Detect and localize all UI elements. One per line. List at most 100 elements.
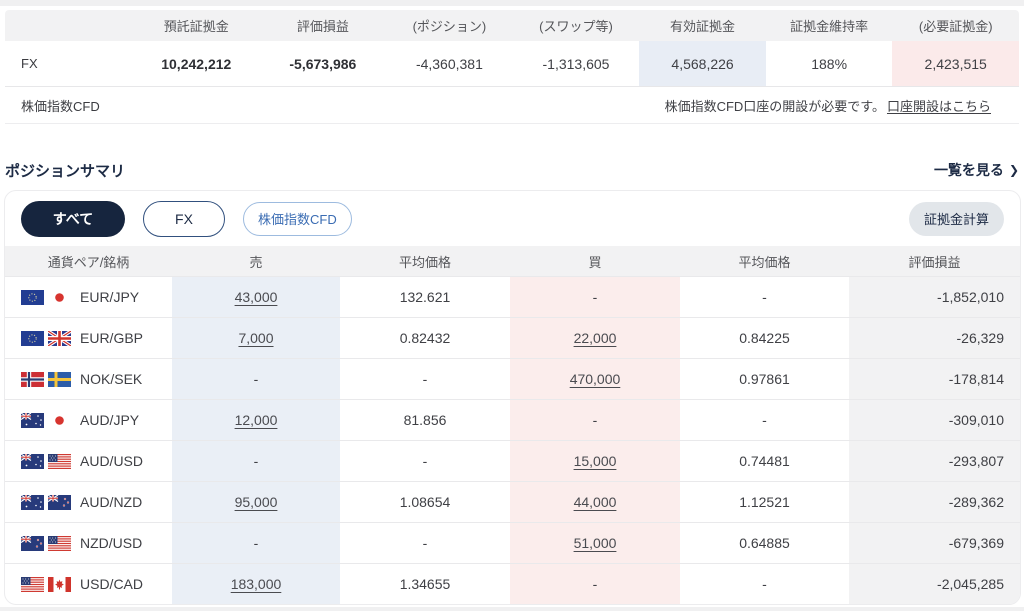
sell-quantity: - (254, 535, 259, 551)
valuation-pl: -679,369 (849, 523, 1020, 563)
pair-name: NZD/USD (80, 535, 142, 551)
view-all-link[interactable]: 一覧を見る ❯ (934, 160, 1019, 180)
valuation-pl: -178,814 (849, 359, 1020, 399)
tab-stock-index-cfd[interactable]: 株価指数CFD (243, 202, 352, 236)
header-effective-margin: 有効証拠金 (639, 10, 766, 41)
flag-us-icon (48, 536, 71, 551)
table-row: AUD/JPY 12,000 81.856 - - -309,010 (5, 399, 1020, 440)
pair-name: AUD/JPY (80, 412, 139, 428)
pair-cell: EUR/GBP (5, 318, 172, 358)
pair-cell: AUD/JPY (5, 400, 172, 440)
header-buy-avg-price: 平均価格 (680, 246, 849, 276)
header-sell-avg-price: 平均価格 (340, 246, 510, 276)
fx-valuation-pl-value: -5,673,986 (260, 41, 387, 86)
valuation-pl: -1,852,010 (849, 277, 1020, 317)
sell-quantity-link[interactable]: 43,000 (235, 289, 278, 305)
sell-quantity-link[interactable]: 12,000 (235, 412, 278, 428)
table-row: EUR/JPY 43,000 132.621 - - -1,852,010 (5, 276, 1020, 317)
flag-us-icon (48, 454, 71, 469)
valuation-pl: -26,329 (849, 318, 1020, 358)
valuation-pl: -289,362 (849, 482, 1020, 522)
sell-avg-price: 132.621 (340, 277, 510, 317)
tab-fx[interactable]: FX (143, 201, 225, 237)
fx-maintenance-rate-value: 188% (766, 41, 893, 86)
flag-nz-icon (48, 495, 71, 510)
buy-quantity-link[interactable]: 470,000 (570, 371, 621, 387)
account-summary-table: 預託証拠金 評価損益 (ポジション) (スワップ等) 有効証拠金 証拠金維持率 … (5, 10, 1019, 124)
sell-avg-price: - (340, 359, 510, 399)
fx-position-value: -4,360,381 (386, 41, 513, 86)
header-sell: 売 (172, 246, 340, 276)
flag-gb-icon (48, 331, 71, 346)
sell-avg-price: 1.08654 (340, 482, 510, 522)
table-row: AUD/NZD 95,000 1.08654 44,000 1.12521 -2… (5, 481, 1020, 522)
flag-au-icon (21, 495, 44, 510)
table-row: USD/CAD 183,000 1.34655 - - -2,045,285 (5, 563, 1020, 604)
fx-effective-margin-value: 4,568,226 (639, 41, 766, 86)
flag-eu-icon (21, 290, 44, 305)
pair-cell: AUD/USD (5, 441, 172, 481)
sell-avg-price: - (340, 523, 510, 563)
header-currency-pair: 通貨ペア/銘柄 (5, 246, 172, 276)
valuation-pl: -293,807 (849, 441, 1020, 481)
header-maintenance-rate: 証拠金維持率 (766, 10, 893, 41)
position-summary-card: すべて FX 株価指数CFD 証拠金計算 通貨ペア/銘柄 売 平均価格 買 平均… (4, 190, 1021, 605)
account-summary-header-row: 預託証拠金 評価損益 (ポジション) (スワップ等) 有効証拠金 証拠金維持率 … (5, 10, 1019, 41)
buy-avg-price: - (680, 277, 849, 317)
buy-quantity-link[interactable]: 22,000 (574, 330, 617, 346)
position-summary-titlebar: ポジションサマリ 一覧を見る ❯ (5, 160, 1019, 180)
valuation-pl: -2,045,285 (849, 564, 1020, 604)
header-empty (5, 10, 133, 41)
table-row: EUR/GBP 7,000 0.82432 22,000 0.84225 -26… (5, 317, 1020, 358)
top-cropped-element (0, 0, 1024, 6)
header-required-margin: (必要証拠金) (892, 10, 1019, 41)
positions-header-row: 通貨ペア/銘柄 売 平均価格 買 平均価格 評価損益 (5, 246, 1020, 276)
table-row: NZD/USD - - 51,000 0.64885 -679,369 (5, 522, 1020, 563)
sell-quantity-link[interactable]: 7,000 (238, 330, 273, 346)
buy-avg-price: 0.64885 (680, 523, 849, 563)
fx-required-margin-value: 2,423,515 (892, 41, 1019, 86)
pair-name: NOK/SEK (80, 371, 142, 387)
buy-avg-price: 0.74481 (680, 441, 849, 481)
header-valuation-pl: 評価損益 (260, 10, 387, 41)
pair-cell: NZD/USD (5, 523, 172, 563)
tab-all[interactable]: すべて (21, 201, 125, 237)
flag-ca-icon (48, 577, 71, 592)
pair-name: EUR/GBP (80, 330, 143, 346)
margin-calc-button[interactable]: 証拠金計算 (909, 202, 1004, 236)
header-valuation-pl-col: 評価損益 (849, 246, 1020, 276)
header-deposit-margin: 預託証拠金 (133, 10, 260, 41)
buy-quantity: - (593, 412, 598, 428)
header-position: (ポジション) (386, 10, 513, 41)
flag-nz-icon (21, 536, 44, 551)
sell-avg-price: 81.856 (340, 400, 510, 440)
flag-jp-icon (48, 290, 71, 305)
cfd-summary-row: 株価指数CFD 株価指数CFD口座の開設が必要です。 口座開設はこちら (5, 86, 1019, 124)
bottom-cropped-area (0, 607, 1024, 611)
pair-cell: EUR/JPY (5, 277, 172, 317)
flag-no-icon (21, 372, 44, 387)
buy-avg-price: 1.12521 (680, 482, 849, 522)
pair-cell: USD/CAD (5, 564, 172, 604)
sell-avg-price: 0.82432 (340, 318, 510, 358)
sell-quantity-link[interactable]: 95,000 (235, 494, 278, 510)
buy-avg-price: 0.97861 (680, 359, 849, 399)
buy-avg-price: - (680, 400, 849, 440)
sell-avg-price: - (340, 441, 510, 481)
table-row: AUD/USD - - 15,000 0.74481 -293,807 (5, 440, 1020, 481)
buy-quantity-link[interactable]: 51,000 (574, 535, 617, 551)
filter-tabbar: すべて FX 株価指数CFD 証拠金計算 (5, 191, 1020, 246)
cfd-row-label: 株価指数CFD (5, 87, 133, 123)
buy-quantity: - (593, 289, 598, 305)
pair-name: EUR/JPY (80, 289, 139, 305)
page-title: ポジションサマリ (5, 160, 125, 181)
open-account-link[interactable]: 口座開設はこちら (887, 96, 991, 115)
pair-cell: NOK/SEK (5, 359, 172, 399)
buy-avg-price: - (680, 564, 849, 604)
header-swap: (スワップ等) (513, 10, 640, 41)
buy-quantity-link[interactable]: 44,000 (574, 494, 617, 510)
chevron-right-icon: ❯ (1009, 163, 1019, 177)
sell-quantity: - (254, 453, 259, 469)
buy-quantity-link[interactable]: 15,000 (574, 453, 617, 469)
sell-quantity-link[interactable]: 183,000 (231, 576, 282, 592)
